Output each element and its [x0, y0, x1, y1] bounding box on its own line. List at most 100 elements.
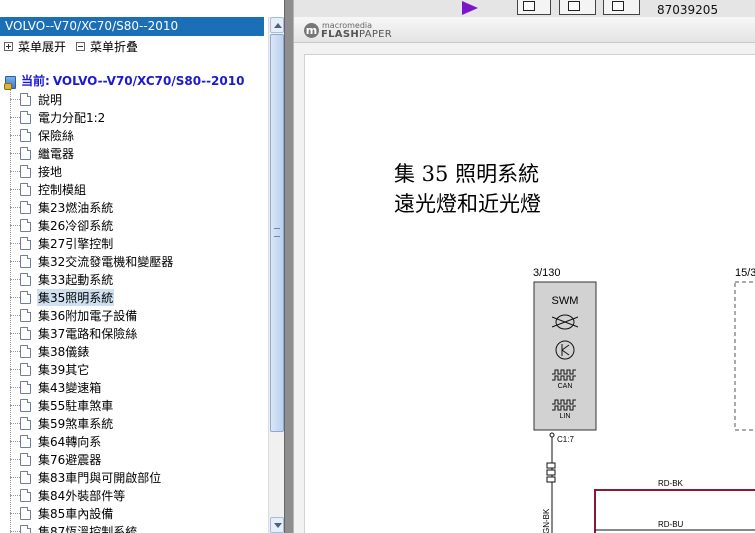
tree-item[interactable]: 集84外裝部件等 [10, 486, 268, 504]
tree-scrollbar[interactable] [268, 17, 284, 533]
tree-item[interactable]: 接地 [10, 162, 268, 180]
tree-list: 說明電力分配1:2 保險絲繼電器接地 控制模組集23燃油系統 集26冷卻系統 集27引擎… [10, 90, 268, 533]
document-icon [20, 506, 31, 520]
tree-item-label: 集32交流發電機和變壓器 [38, 254, 174, 269]
document-icon [20, 218, 31, 232]
tree-item[interactable]: 保險絲 [10, 126, 268, 144]
tree-item-label: 集26冷卻系統 [38, 218, 114, 233]
module-ref-2: 15/3 [735, 267, 755, 279]
tree-item[interactable]: 集76避震器 [10, 450, 268, 468]
tree-item-label: 繼電器 [38, 146, 75, 161]
document-icon [20, 362, 31, 376]
first-page-icon [523, 1, 535, 11]
tree-title: VOLVO--V70/XC70/S80--2010 [0, 17, 264, 36]
wire-label-left: GN-BK [542, 508, 551, 533]
brand-bold: FLASH [321, 29, 360, 40]
tree-item[interactable]: 集87恆溫控制系統 [10, 522, 268, 533]
document-code: 87039205 [657, 3, 719, 17]
document-icon [20, 254, 31, 268]
document-icon [20, 110, 31, 124]
prev-page-icon [568, 1, 580, 11]
toolbar-button-next[interactable] [603, 0, 640, 15]
tree-item-label: 說明 [38, 92, 63, 107]
tree-item[interactable]: 集39其它 [10, 360, 268, 378]
wiring-diagram: 3/130 15/3 SWM CAN LIN C1:7 GN-BK RD-BK … [533, 267, 755, 533]
wire-connector-2 [546, 469, 556, 476]
document-page[interactable]: 集 35 照明系統 遠光燈和近光燈 3/130 15/3 SWM CAN LIN… [304, 54, 755, 533]
tree-item[interactable]: 電力分配1:2 [10, 108, 268, 126]
tree-item[interactable]: 集27引擎控制 [10, 234, 268, 252]
document-icon [20, 128, 31, 142]
document-icon [20, 200, 31, 214]
tree-item-label: 集43變速箱 [38, 380, 102, 395]
tree-item-label: 集27引擎控制 [38, 236, 114, 251]
tree-item-label: 集59煞車系統 [38, 416, 114, 431]
tree-item[interactable]: 集64轉向系 [10, 432, 268, 450]
tree-item-label: 保險絲 [38, 128, 75, 143]
app-window: { "toolbar": { "doc_code": "87039205" },… [0, 0, 755, 533]
tree-item-label: 集39其它 [38, 362, 90, 377]
dashed-module-box [734, 281, 755, 431]
document-icon [20, 524, 31, 533]
scrollbar-thumb[interactable] [270, 34, 284, 432]
tree-root-node[interactable]: 当前: VOLVO--V70/XC70/S80--2010 [4, 72, 245, 90]
panel-splitter[interactable] [284, 0, 294, 533]
tree-item-label: 集23燃油系統 [38, 200, 114, 215]
tree-root-prefix: 当前: [21, 74, 50, 88]
document-icon [20, 182, 31, 196]
tree-item[interactable]: 集26冷卻系統 [10, 216, 268, 234]
document-icon [20, 470, 31, 484]
tree-item[interactable]: 集33起動系統 [10, 270, 268, 288]
module-ref: 3/130 [533, 267, 561, 279]
document-icon [20, 146, 31, 160]
document-icon [20, 164, 31, 178]
computer-folder-icon [4, 74, 18, 90]
can-label: CAN [558, 383, 573, 390]
play-icon[interactable] [462, 1, 478, 15]
document-icon [20, 434, 31, 448]
tree-item[interactable]: 控制模組 [10, 180, 268, 198]
tree-item-label: 接地 [38, 164, 63, 179]
tree-item-label: 集35照明系統 [37, 288, 115, 306]
tree-item[interactable]: 集36附加電子設備 [10, 306, 268, 324]
tree-item-label: 集64轉向系 [38, 434, 102, 449]
scroll-up-icon[interactable] [270, 17, 284, 33]
document-icon [20, 344, 31, 358]
expand-all-button[interactable]: 菜单展开 [4, 38, 66, 55]
wire-connector-1 [546, 462, 556, 469]
expand-icon [4, 42, 13, 51]
tree-item-label: 集36附加電子設備 [38, 308, 138, 323]
tree-item[interactable]: 集85車內設備 [10, 504, 268, 522]
scroll-down-icon[interactable] [270, 517, 284, 533]
tree-item[interactable]: 集23燃油系統 [10, 198, 268, 216]
document-icon [20, 92, 31, 106]
document-icon [20, 398, 31, 412]
tree-item-label: 集38儀錶 [38, 344, 90, 359]
tree-item[interactable]: 集43變速箱 [10, 378, 268, 396]
tree-item-label: 集85車內設備 [38, 506, 114, 521]
tree-item[interactable]: 集83車門與可開啟部位 [10, 468, 268, 486]
brand-light: PAPER [359, 29, 393, 40]
tree-item[interactable]: 集59煞車系統 [10, 414, 268, 432]
tree-item[interactable]: 集38儀錶 [10, 342, 268, 360]
tree-item-label: 電力分配1:2 [38, 110, 106, 125]
tree-item[interactable]: 集35照明系統 [10, 288, 268, 306]
tree-item-label: 集84外裝部件等 [38, 488, 126, 503]
pin-connector [549, 432, 555, 438]
tree-item[interactable]: 集37電路和保險絲 [10, 324, 268, 342]
expand-all-label: 菜单展开 [18, 40, 67, 54]
wire-connector-3 [546, 476, 556, 483]
tree-item[interactable]: 集32交流發電機和變壓器 [10, 252, 268, 270]
brand-name: FLASHPAPER [321, 29, 392, 40]
document-icon [20, 326, 31, 340]
toolbar-button-first[interactable] [517, 0, 551, 15]
tree-item[interactable]: 繼電器 [10, 144, 268, 162]
document-icon [20, 290, 31, 304]
tree-item[interactable]: 集55駐車煞車 [10, 396, 268, 414]
tree-root-label: VOLVO--V70/XC70/S80--2010 [52, 73, 245, 88]
toolbar-button-prev[interactable] [559, 0, 596, 15]
tree-item[interactable]: 說明 [10, 90, 268, 108]
collapse-all-button[interactable]: 菜单折叠 [76, 38, 138, 55]
document-icon [20, 380, 31, 394]
tree-item-label: 集87恆溫控制系統 [38, 524, 138, 533]
